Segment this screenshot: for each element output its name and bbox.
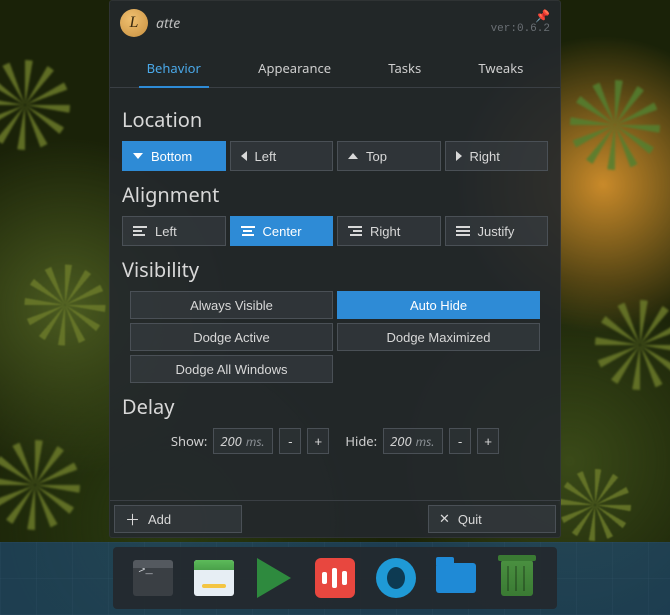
visibility-grid: Always Visible Auto Hide Dodge Active Do… xyxy=(130,291,540,383)
location-left[interactable]: Left xyxy=(230,141,334,171)
delay-show-minus[interactable]: - xyxy=(279,428,301,454)
vis-dodge-active[interactable]: Dodge Active xyxy=(130,323,333,351)
align-right[interactable]: Right xyxy=(337,216,441,246)
folder-icon xyxy=(436,563,476,593)
pin-icon[interactable]: 📌 xyxy=(535,7,550,24)
delay-show-group: Show: 200 ms. - + xyxy=(171,428,329,454)
align-right-icon xyxy=(348,226,362,236)
align-justify[interactable]: Justify xyxy=(445,216,549,246)
section-location: Location xyxy=(122,106,548,133)
location-segment: Bottom Left Top Right xyxy=(122,141,548,171)
location-left-label: Left xyxy=(255,149,277,164)
close-icon: ✕ xyxy=(439,511,450,527)
align-center-label: Center xyxy=(263,224,302,239)
dialog-header: L atte 📌 ver:0.6.2 xyxy=(110,1,560,37)
align-justify-icon xyxy=(456,226,470,236)
dock-trash[interactable] xyxy=(495,556,539,600)
dock-browser[interactable] xyxy=(374,556,418,600)
tab-appearance[interactable]: Appearance xyxy=(254,51,335,87)
add-label: Add xyxy=(148,512,171,527)
location-right-label: Right xyxy=(470,149,500,164)
dock-media[interactable] xyxy=(252,556,296,600)
delay-hide-group: Hide: 200 ms. - + xyxy=(345,428,499,454)
vis-dodge-max[interactable]: Dodge Maximized xyxy=(337,323,540,351)
align-center-icon xyxy=(241,226,255,236)
alignment-segment: Left Center Right Justify xyxy=(122,216,548,246)
delay-hide-unit: ms. xyxy=(416,433,435,450)
quit-label: Quit xyxy=(458,512,482,527)
section-visibility: Visibility xyxy=(122,256,548,283)
file-manager-icon xyxy=(194,560,234,596)
section-delay: Delay xyxy=(122,393,548,420)
settings-dialog: L atte 📌 ver:0.6.2 Behavior Appearance T… xyxy=(109,0,561,538)
align-right-label: Right xyxy=(370,224,400,239)
delay-show-unit: ms. xyxy=(246,433,265,450)
browser-icon xyxy=(376,558,416,598)
vis-autohide[interactable]: Auto Hide xyxy=(337,291,540,319)
dock-terminal[interactable] xyxy=(131,556,175,600)
tab-behavior[interactable]: Behavior xyxy=(143,51,205,87)
terminal-icon xyxy=(133,560,173,596)
delay-show-value: 200 xyxy=(220,432,242,450)
delay-row: Show: 200 ms. - + Hide: 200 ms. - + xyxy=(122,428,548,454)
delay-show-plus[interactable]: + xyxy=(307,428,329,454)
equalizer-icon xyxy=(315,558,355,598)
quit-button[interactable]: ✕ Quit xyxy=(428,505,556,533)
section-alignment: Alignment xyxy=(122,181,548,208)
vis-dodge-all[interactable]: Dodge All Windows xyxy=(130,355,333,383)
delay-show-input[interactable]: 200 ms. xyxy=(213,428,273,454)
dock-folder[interactable] xyxy=(434,556,478,600)
align-left-icon xyxy=(133,226,147,236)
play-icon xyxy=(257,558,291,598)
delay-hide-plus[interactable]: + xyxy=(477,428,499,454)
align-center[interactable]: Center xyxy=(230,216,334,246)
location-right[interactable]: Right xyxy=(445,141,549,171)
add-button[interactable]: ＋ Add xyxy=(114,505,242,533)
vis-always[interactable]: Always Visible xyxy=(130,291,333,319)
tab-tasks[interactable]: Tasks xyxy=(384,51,425,87)
app-title: atte xyxy=(156,14,180,33)
delay-hide-label: Hide: xyxy=(345,432,377,450)
dock-panel xyxy=(113,547,557,609)
delay-hide-minus[interactable]: - xyxy=(449,428,471,454)
plus-icon: ＋ xyxy=(125,509,140,530)
location-bottom[interactable]: Bottom xyxy=(122,141,226,171)
dialog-footer: ＋ Add ✕ Quit xyxy=(110,500,560,537)
location-top-label: Top xyxy=(366,149,387,164)
align-justify-label: Justify xyxy=(478,224,515,239)
version-label: ver:0.6.2 xyxy=(491,23,550,35)
delay-hide-input[interactable]: 200 ms. xyxy=(383,428,443,454)
tab-bar: Behavior Appearance Tasks Tweaks xyxy=(110,51,560,88)
triangle-up-icon xyxy=(348,153,358,159)
location-bottom-label: Bottom xyxy=(151,149,192,164)
delay-show-label: Show: xyxy=(171,432,207,450)
align-left[interactable]: Left xyxy=(122,216,226,246)
trash-icon xyxy=(501,560,533,596)
dock-equalizer[interactable] xyxy=(313,556,357,600)
app-logo: L xyxy=(120,9,148,37)
triangle-right-icon xyxy=(456,151,462,161)
align-left-label: Left xyxy=(155,224,177,239)
triangle-down-icon xyxy=(133,153,143,159)
triangle-left-icon xyxy=(241,151,247,161)
tab-tweaks[interactable]: Tweaks xyxy=(474,51,527,87)
delay-hide-value: 200 xyxy=(390,432,412,450)
dock-files[interactable] xyxy=(192,556,236,600)
location-top[interactable]: Top xyxy=(337,141,441,171)
